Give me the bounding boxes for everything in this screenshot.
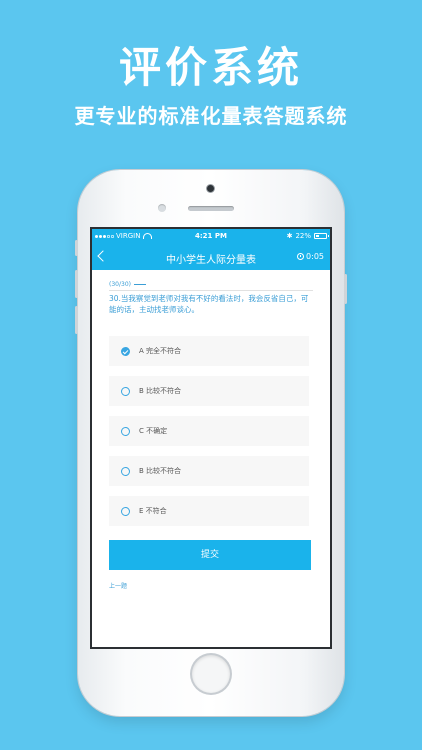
hero-title: 评价系统 bbox=[118, 43, 303, 92]
front-sensor bbox=[158, 204, 166, 212]
volume-up-button bbox=[75, 270, 78, 298]
volume-down-button bbox=[75, 306, 78, 334]
quiz-timer: 0:05 bbox=[297, 252, 324, 261]
page-title: 中小学生人际分量表 bbox=[166, 255, 256, 266]
radio-icon[interactable] bbox=[121, 426, 130, 436]
divider bbox=[109, 290, 313, 291]
mute-switch bbox=[75, 240, 78, 256]
submit-button[interactable]: 提交 bbox=[109, 540, 311, 570]
question-progress: (30/30) bbox=[109, 281, 146, 288]
battery-icon bbox=[314, 233, 329, 239]
option-label: C 不确定 bbox=[139, 427, 168, 435]
previous-question-link[interactable]: 上一题 bbox=[109, 581, 127, 590]
option-label: A 完全不符合 bbox=[139, 347, 182, 355]
question-text: 30.当我察觉到老师对我有不好的看法时，我会反省自己，可能的话，主动找老师谈心。 bbox=[109, 294, 309, 314]
radio-icon[interactable] bbox=[121, 466, 130, 476]
progress-line bbox=[133, 284, 146, 285]
hero-subtitle: 更专业的标准化量表答题系统 bbox=[74, 104, 348, 128]
bluetooth-icon: ✱ bbox=[286, 231, 293, 240]
radio-icon[interactable] bbox=[121, 506, 130, 516]
progress-count: (30/30) bbox=[109, 281, 131, 288]
timer-value: 0:05 bbox=[306, 252, 324, 261]
navigation-bar: 中小学生人际分量表 0:05 bbox=[92, 244, 330, 270]
clock-icon bbox=[297, 253, 305, 260]
option-e[interactable]: E 不符合 bbox=[109, 496, 309, 526]
power-button bbox=[344, 274, 347, 304]
option-label: B 比较不符合 bbox=[139, 467, 182, 475]
camera-icon bbox=[207, 185, 214, 192]
radio-icon[interactable] bbox=[121, 386, 130, 396]
phone-screen: VIRGIN 4:21 PM ✱ 22% 中小学生人际分量表 0:05 (30/… bbox=[92, 229, 330, 647]
option-a[interactable]: A 完全不符合 bbox=[109, 336, 309, 366]
radio-checked-icon[interactable] bbox=[121, 346, 130, 356]
earpiece-speaker bbox=[188, 206, 234, 211]
option-label: E 不符合 bbox=[139, 507, 167, 515]
home-button[interactable] bbox=[192, 655, 230, 693]
option-label: B 比较不符合 bbox=[139, 387, 182, 395]
option-d[interactable]: B 比较不符合 bbox=[109, 456, 309, 486]
battery-percent: 22% bbox=[295, 232, 311, 240]
option-b[interactable]: B 比较不符合 bbox=[109, 376, 309, 406]
status-bar: VIRGIN 4:21 PM ✱ 22% bbox=[92, 229, 330, 244]
option-c[interactable]: C 不确定 bbox=[109, 416, 309, 446]
